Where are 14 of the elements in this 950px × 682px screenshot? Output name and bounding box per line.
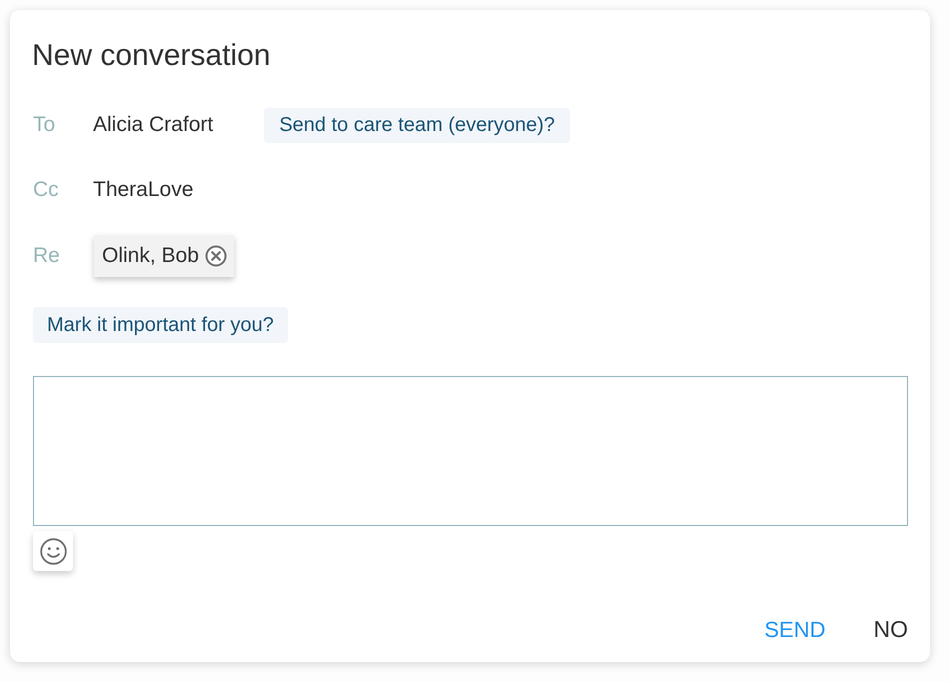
dialog-title: New conversation bbox=[32, 38, 272, 74]
field-value: TheraLove bbox=[93, 178, 194, 202]
recipient-chip[interactable]: Olink, Bob bbox=[94, 235, 234, 277]
suggestion-button[interactable]: Mark it important for you? bbox=[33, 307, 288, 343]
suggestion-button[interactable]: Send to care team (everyone)? bbox=[264, 108, 570, 142]
message-field[interactable] bbox=[33, 376, 908, 526]
smiley-icon bbox=[40, 538, 66, 564]
field-value: Alicia Crafort bbox=[93, 113, 214, 137]
remove-icon[interactable] bbox=[204, 245, 227, 267]
emoji-button[interactable] bbox=[33, 531, 73, 571]
field-label: Cc bbox=[33, 178, 60, 202]
dismiss-button[interactable]: NO bbox=[874, 612, 908, 647]
field-label: To bbox=[33, 113, 56, 137]
field-label: Re bbox=[33, 244, 61, 268]
